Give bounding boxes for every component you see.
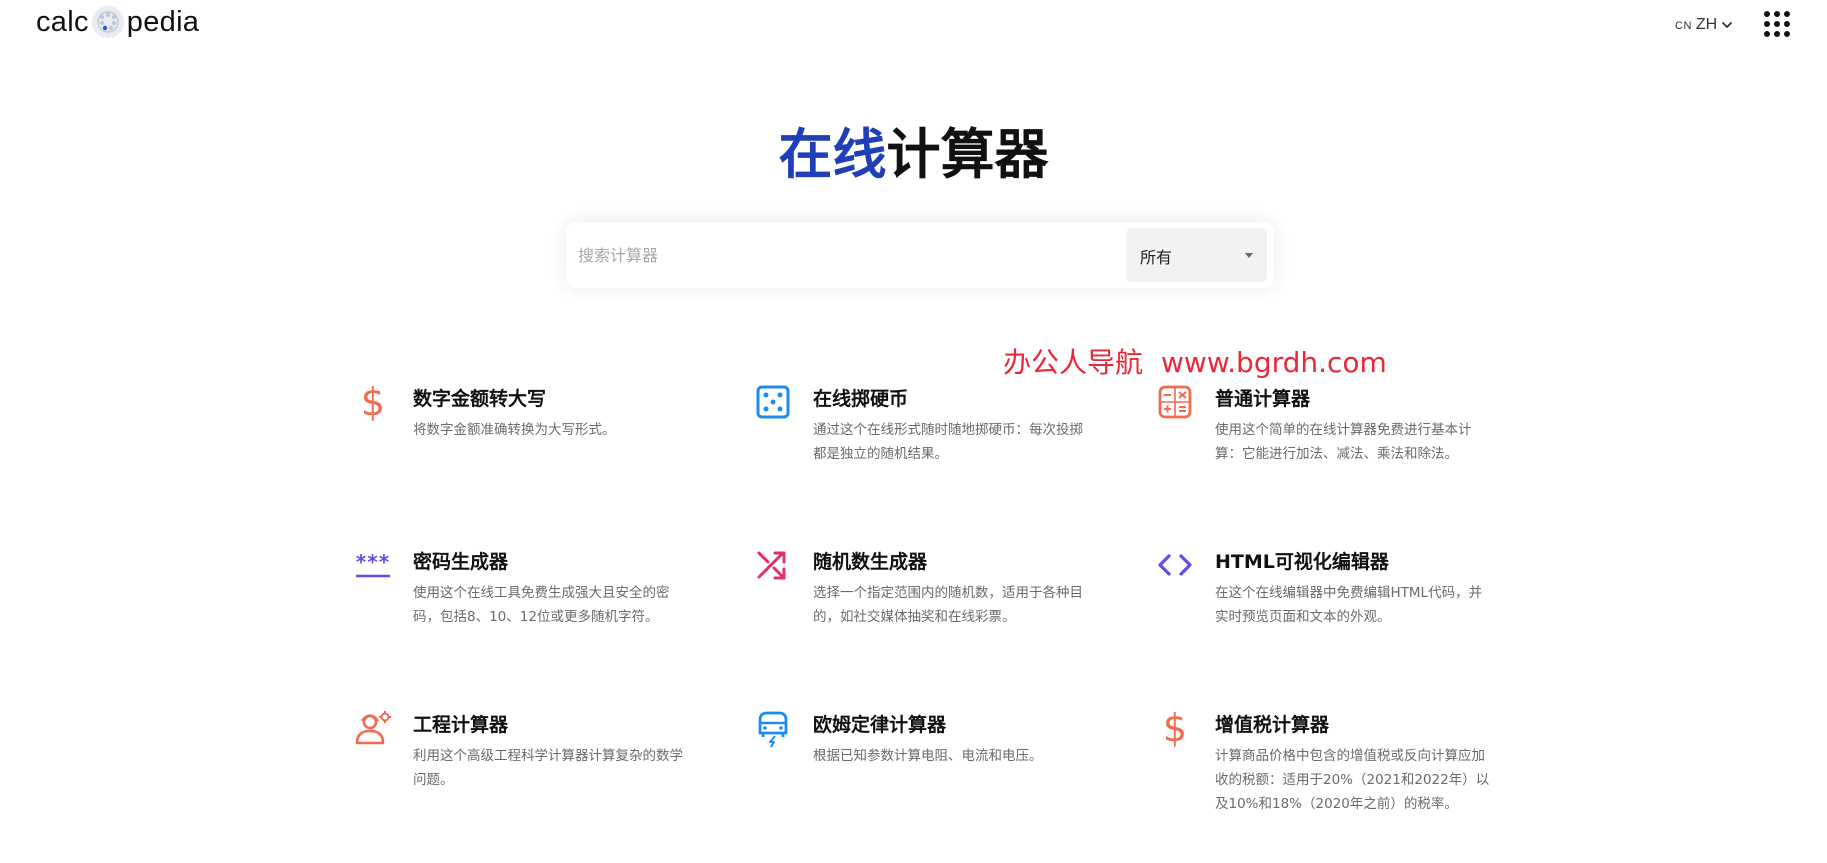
calculator-icon (1158, 385, 1192, 419)
calculator-title: 欧姆定律计算器 (813, 714, 947, 736)
calculator-card[interactable]: $ 增值税计算器 计算商品价格中包含的增值税或反向计算应加收的税额：适用于20%… (1155, 708, 1535, 838)
watermark-left: 办公人导航 (1003, 346, 1144, 379)
calculator-description: 通过这个在线形式随时随地掷硬币：每次投掷都是独立的随机结果。 (813, 422, 1083, 462)
calculator-card[interactable]: HTML可视化编辑器 在这个在线编辑器中免费编辑HTML代码，并实时预览页面和文… (1155, 545, 1535, 675)
calculator-card[interactable]: 工程计算器 利用这个高级工程科学计算器计算复杂的数学问题。 (353, 708, 733, 838)
engineer-icon (355, 711, 391, 745)
watermark-right: www.bgrdh.com (1161, 346, 1387, 379)
logo[interactable]: calc pedia (36, 4, 199, 40)
calculator-card[interactable]: $ 数字金额转大写 将数字金额准确转换为大写形式。 (353, 382, 733, 512)
calculator-card[interactable]: 随机数生成器 选择一个指定范围内的随机数，适用于各种目的，如社交媒体抽奖和在线彩… (753, 545, 1133, 675)
calculator-description: 使用这个简单的在线计算器免费进行基本计算：它能进行加法、减法、乘法和除法。 (1215, 422, 1472, 462)
svg-text:$: $ (361, 382, 385, 422)
grid-icon (1764, 11, 1790, 37)
caret-down-icon (1245, 253, 1253, 258)
category-select-value: 所有 (1140, 248, 1173, 267)
page-title-accent: 在线 (778, 123, 887, 186)
calculator-description: 在这个在线编辑器中免费编辑HTML代码，并实时预览页面和文本的外观。 (1215, 585, 1483, 625)
calculator-card[interactable]: 欧姆定律计算器 根据已知参数计算电阻、电流和电压。 (753, 708, 1133, 838)
top-bar: calc pedia CN ZH (0, 0, 1827, 48)
chevron-down-icon (1722, 22, 1733, 28)
page-title: 在线计算器 (0, 122, 1827, 188)
svg-text:***: *** (356, 550, 390, 574)
calculator-title: 工程计算器 (413, 714, 509, 736)
dollar-icon: $ (361, 382, 385, 422)
language-flag: CN (1675, 20, 1692, 32)
calculator-description: 使用这个在线工具免费生成强大且安全的密码，包括8、10、12位或更多随机字符。 (413, 585, 670, 625)
calculator-description: 计算商品价格中包含的增值税或反向计算应加收的税额：适用于20%（2021和202… (1215, 748, 1490, 812)
logo-text-end: pedia (126, 5, 200, 38)
apps-menu-button[interactable] (1763, 10, 1791, 38)
language-selector[interactable]: CN ZH (1675, 14, 1733, 36)
code-icon (1158, 554, 1192, 576)
calculator-description: 根据已知参数计算电阻、电流和电压。 (813, 748, 1043, 764)
calculator-title: 普通计算器 (1215, 388, 1311, 410)
calculator-card[interactable]: 在线掷硬币 通过这个在线形式随时随地掷硬币：每次投掷都是独立的随机结果。 (753, 382, 1133, 512)
electric-car-icon (758, 711, 788, 748)
page-title-rest: 计算器 (886, 123, 1049, 186)
calculator-title: 随机数生成器 (813, 551, 928, 573)
watermark-text: 办公人导航 www.bgrdh.com (1003, 341, 1387, 381)
logo-text-start: calc (36, 5, 89, 38)
dollar-icon: $ (1163, 708, 1187, 748)
calculator-title: 在线掷硬币 (813, 388, 909, 410)
calculator-title: 数字金额转大写 (413, 388, 547, 410)
calculator-description: 将数字金额准确转换为大写形式。 (413, 422, 616, 438)
password-icon: *** (356, 550, 390, 578)
calculator-card[interactable]: 普通计算器 使用这个简单的在线计算器免费进行基本计算：它能进行加法、减法、乘法和… (1155, 382, 1535, 512)
calculator-title: 增值税计算器 (1215, 714, 1330, 736)
calculator-title: HTML可视化编辑器 (1215, 551, 1389, 573)
calculator-description: 利用这个高级工程科学计算器计算复杂的数学问题。 (413, 748, 683, 788)
language-code: ZH (1695, 16, 1718, 33)
calculator-description: 选择一个指定范围内的随机数，适用于各种目的，如社交媒体抽奖和在线彩票。 (813, 585, 1083, 625)
shuffle-icon (757, 551, 786, 580)
search-input[interactable] (578, 230, 1123, 280)
category-select[interactable]: 所有 (1126, 228, 1267, 282)
calculator-card[interactable]: *** 密码生成器 使用这个在线工具免费生成强大且安全的密码，包括8、10、12… (353, 545, 733, 675)
search-bar: 所有 (566, 222, 1274, 288)
dice-icon (756, 385, 790, 419)
logo-globe-icon (90, 4, 126, 40)
svg-text:$: $ (1163, 708, 1187, 748)
calculator-title: 密码生成器 (413, 551, 509, 573)
